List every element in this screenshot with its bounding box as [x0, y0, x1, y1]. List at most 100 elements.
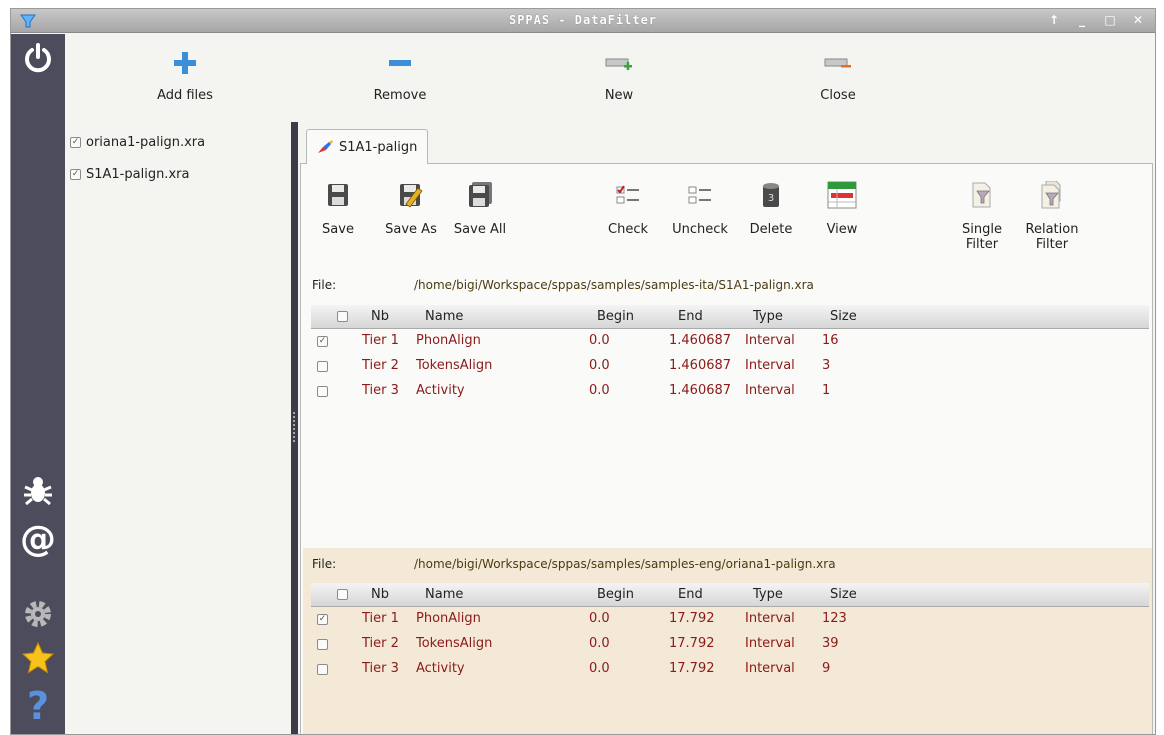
cell-name: Activity [416, 661, 465, 676]
column-header[interactable]: Name [425, 309, 463, 324]
maximize-button[interactable]: □ [1099, 12, 1121, 29]
row-checkbox[interactable] [317, 386, 328, 397]
cell-size: 1 [822, 383, 831, 398]
spreadsheet-view-icon [807, 176, 877, 214]
check-button[interactable]: Check [593, 176, 663, 237]
cell-name: PhonAlign [416, 333, 481, 348]
uncheck-label: Uncheck [672, 222, 728, 237]
table-row[interactable]: Tier 2 TokensAlign 0.0 17.792 Interval 3… [311, 632, 1149, 657]
table-row[interactable]: Tier 2 TokensAlign 0.0 1.460687 Interval… [311, 354, 1149, 379]
window-title: SPPAS - DataFilter [508, 13, 658, 27]
row-checkbox[interactable] [317, 361, 328, 372]
column-header[interactable]: Size [830, 309, 857, 324]
file-item[interactable]: ✓ S1A1-palign.xra [70, 165, 189, 183]
cell-type: Interval [745, 383, 795, 398]
file-path: /home/bigi/Workspace/sppas/samples/sampl… [414, 557, 836, 571]
cell-end: 1.460687 [669, 333, 732, 348]
new-tab-icon [559, 46, 679, 80]
save-as-label: Save As [385, 222, 437, 237]
relation-filter-button[interactable]: Relation Filter [1017, 176, 1087, 252]
cell-name: TokensAlign [416, 636, 493, 651]
cell-nb: Tier 2 [362, 636, 399, 651]
row-checkbox[interactable]: ✓ [317, 614, 328, 625]
table-row[interactable]: ✓ Tier 1 PhonAlign 0.0 1.460687 Interval… [311, 329, 1149, 354]
close-button[interactable]: Close [778, 46, 898, 103]
select-all-checkbox[interactable] [337, 589, 348, 600]
file-label: File: [312, 278, 337, 292]
column-header[interactable]: Size [830, 587, 857, 602]
file-checkbox[interactable]: ✓ [70, 136, 81, 148]
cell-name: Activity [416, 383, 465, 398]
cell-size: 16 [822, 333, 839, 348]
checked-list-icon [593, 176, 663, 214]
table-row[interactable]: Tier 3 Activity 0.0 17.792 Interval 9 [311, 657, 1149, 682]
bug-icon[interactable] [20, 472, 56, 508]
save-button[interactable]: Save [303, 176, 373, 237]
remove-label: Remove [373, 88, 427, 103]
uncheck-button[interactable]: Uncheck [665, 176, 735, 237]
column-header[interactable]: Nb [371, 587, 389, 602]
save-all-button[interactable]: Save All [445, 176, 515, 237]
table-row[interactable]: ✓ Tier 1 PhonAlign 0.0 17.792 Interval 1… [311, 607, 1149, 632]
row-checkbox[interactable]: ✓ [317, 336, 328, 347]
new-button[interactable]: New [559, 46, 679, 103]
single-filter-label: Single Filter [962, 222, 1002, 252]
tab-label: S1A1-palign [339, 139, 418, 155]
star-icon[interactable] [20, 640, 56, 676]
gear-icon[interactable] [20, 596, 56, 632]
tiers-table: Nb Name Begin End Type Size ✓ Tier 1 Pho… [311, 583, 1149, 682]
left-sidebar: @ ? [11, 34, 65, 734]
column-header[interactable]: End [678, 587, 703, 602]
single-filter-button[interactable]: Single Filter [947, 176, 1017, 252]
floppy-pencil-icon [376, 176, 446, 214]
view-button[interactable]: View [807, 176, 877, 237]
add-files-button[interactable]: Add files [125, 46, 245, 103]
cell-end: 17.792 [669, 661, 715, 676]
column-header[interactable]: Name [425, 587, 463, 602]
main-toolbar: Add files Remove New Close [65, 34, 1155, 122]
cell-begin: 0.0 [589, 358, 610, 373]
panel-splitter[interactable] [291, 122, 298, 734]
file-item[interactable]: ✓ oriana1-palign.xra [70, 133, 205, 151]
column-header[interactable]: Begin [597, 587, 634, 602]
column-header[interactable]: Type [753, 587, 783, 602]
floppy-stack-icon [445, 176, 515, 214]
cell-type: Interval [745, 636, 795, 651]
cell-nb: Tier 1 [362, 333, 399, 348]
row-checkbox[interactable] [317, 664, 328, 675]
minus-icon [340, 46, 460, 80]
remove-button[interactable]: Remove [340, 46, 460, 103]
column-header[interactable]: Begin [597, 309, 634, 324]
close-window-button[interactable]: ✕ [1127, 12, 1149, 29]
column-header[interactable]: End [678, 309, 703, 324]
save-as-button[interactable]: Save As [376, 176, 446, 237]
row-checkbox[interactable] [317, 639, 328, 650]
cell-name: TokensAlign [416, 358, 493, 373]
at-icon[interactable]: @ [20, 522, 56, 558]
delete-label: Delete [749, 222, 793, 237]
keep-above-button[interactable]: ↑ [1043, 12, 1065, 29]
delete-button[interactable]: 3 Delete [736, 176, 806, 237]
column-header[interactable]: Nb [371, 309, 389, 324]
documents-funnel-icon [1017, 176, 1087, 214]
select-all-checkbox[interactable] [337, 311, 348, 322]
cell-type: Interval [745, 333, 795, 348]
cell-size: 123 [822, 611, 847, 626]
cell-end: 17.792 [669, 611, 715, 626]
file-checkbox[interactable]: ✓ [70, 168, 81, 180]
cell-size: 9 [822, 661, 831, 676]
svg-text:3: 3 [768, 193, 774, 204]
column-header[interactable]: Type [753, 309, 783, 324]
minimize-button[interactable]: _ [1071, 12, 1093, 29]
trash-can-icon: 3 [736, 176, 806, 214]
tab-s1a1-palign[interactable]: S1A1-palign [306, 129, 428, 164]
file-path-row: File: /home/bigi/Workspace/sppas/samples… [312, 557, 836, 571]
help-icon[interactable]: ? [20, 687, 56, 725]
title-bar[interactable]: SPPAS - DataFilter ↑ _ □ ✕ [11, 9, 1155, 33]
power-icon[interactable] [20, 40, 56, 76]
cell-size: 39 [822, 636, 839, 651]
cell-nb: Tier 1 [362, 611, 399, 626]
table-row[interactable]: Tier 3 Activity 0.0 1.460687 Interval 1 [311, 379, 1149, 404]
view-label: View [826, 222, 858, 237]
plus-icon [125, 46, 245, 80]
